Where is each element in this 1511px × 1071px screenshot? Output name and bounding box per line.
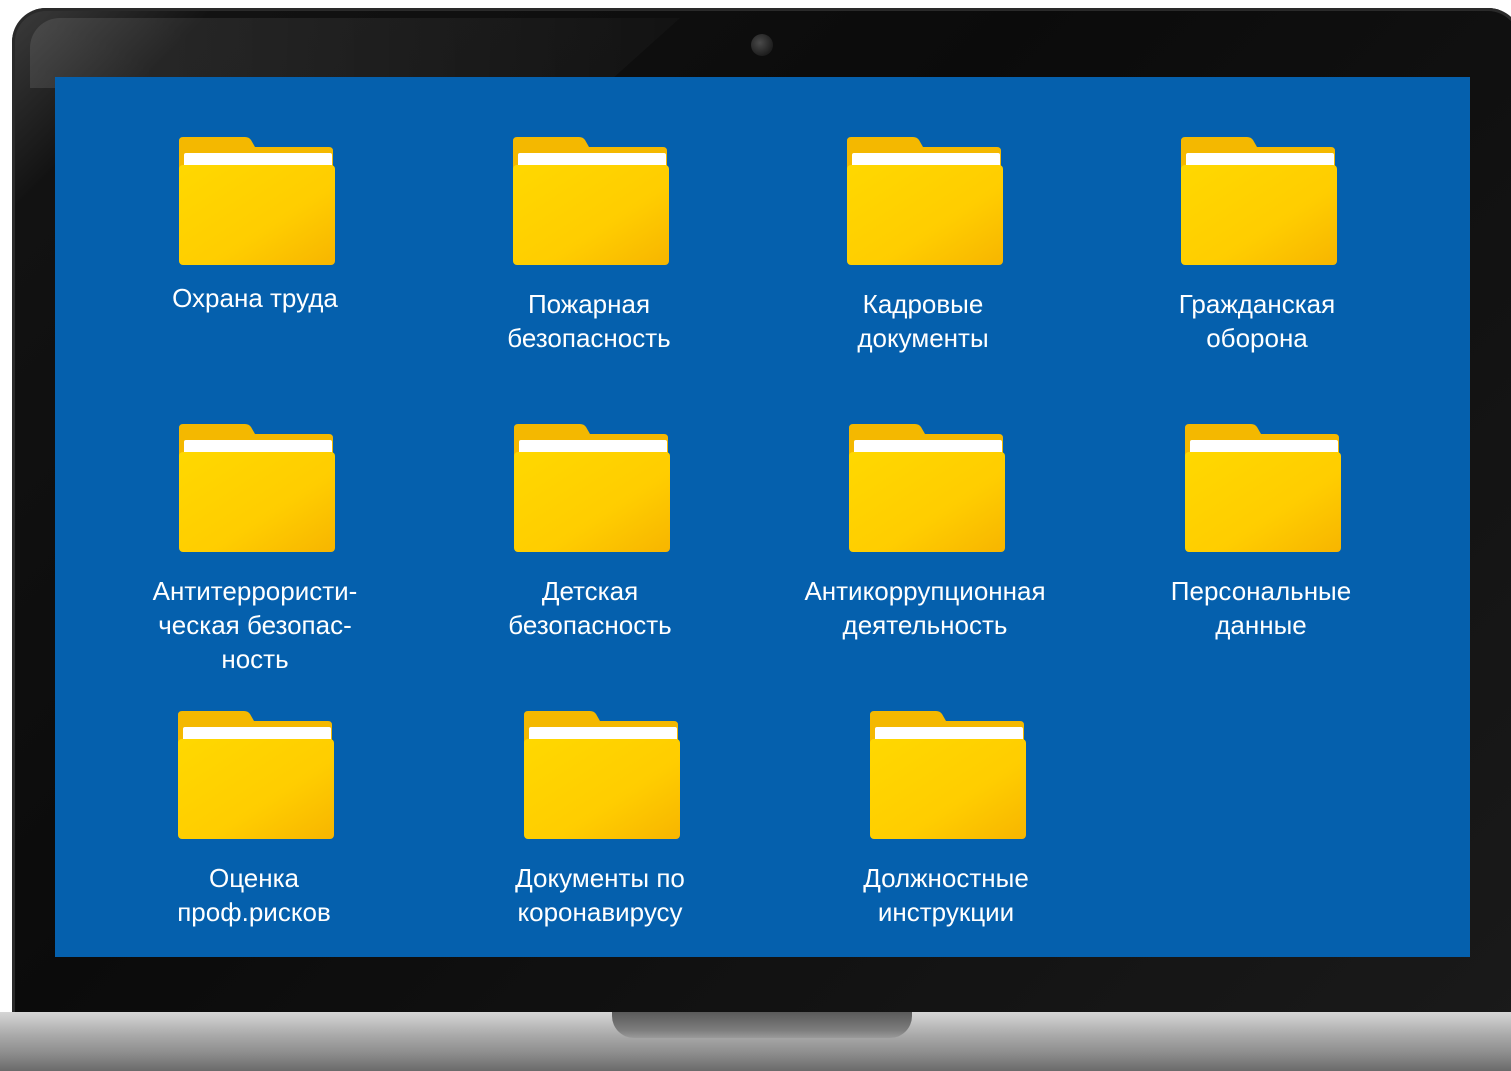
folder-icon bbox=[509, 135, 669, 267]
folder-antikorruptsionnaya-deyatelnost[interactable]: Антикоррупционная деятельность bbox=[785, 422, 1065, 642]
folder-icon bbox=[1177, 135, 1337, 267]
laptop-hinge-notch bbox=[612, 1012, 912, 1038]
folder-icon bbox=[174, 709, 334, 841]
folder-icon bbox=[1181, 422, 1341, 554]
folder-icon bbox=[845, 422, 1005, 554]
webcam-icon bbox=[751, 34, 773, 56]
folder-okhrana-truda[interactable]: Охрана труда bbox=[115, 135, 395, 315]
folder-dokumenty-po-koronavirusu[interactable]: Документы по коронавирусу bbox=[460, 709, 740, 929]
folder-kadrovye-dokumenty[interactable]: Кадровые документы bbox=[783, 135, 1063, 355]
folder-icon bbox=[843, 135, 1003, 267]
folder-icon bbox=[175, 135, 335, 267]
folder-icon bbox=[520, 709, 680, 841]
laptop-scene: Охрана труда Пожарная безопасность Кадро… bbox=[0, 0, 1511, 1071]
folder-detskaya-bezopasnost[interactable]: Детская безопасность bbox=[450, 422, 730, 642]
folder-dolzhnostnye-instruktsii[interactable]: Должностные инструкции bbox=[806, 709, 1086, 929]
folder-label: Должностные инструкции bbox=[863, 863, 1029, 927]
folder-label: Антитеррористи- ческая безопас- ность bbox=[152, 576, 358, 674]
folder-grazhdanskaya-oborona[interactable]: Гражданская оборона bbox=[1117, 135, 1397, 355]
folder-label: Охрана труда bbox=[172, 283, 338, 313]
folder-label: Документы по коронавирусу bbox=[515, 863, 685, 927]
folder-label: Оценка проф.рисков bbox=[177, 863, 331, 927]
folder-icon bbox=[510, 422, 670, 554]
folder-otsenka-prof-riskov[interactable]: Оценка проф.рисков bbox=[114, 709, 394, 929]
folder-antiterroristicheskaya-bezopasnost[interactable]: Антитеррористи- ческая безопас- ность bbox=[115, 422, 395, 676]
folder-label: Кадровые документы bbox=[857, 289, 989, 353]
folder-personalnye-dannye[interactable]: Персональные данные bbox=[1121, 422, 1401, 642]
folder-icon bbox=[866, 709, 1026, 841]
desktop-screen: Охрана труда Пожарная безопасность Кадро… bbox=[55, 77, 1470, 957]
folder-pozharnaya-bezopasnost[interactable]: Пожарная безопасность bbox=[449, 135, 729, 355]
folder-label: Антикоррупционная деятельность bbox=[804, 576, 1046, 640]
folder-label: Детская безопасность bbox=[508, 576, 672, 640]
folder-label: Персональные данные bbox=[1170, 576, 1352, 640]
folder-label: Гражданская оборона bbox=[1178, 289, 1336, 353]
folder-label: Пожарная безопасность bbox=[507, 289, 671, 353]
folder-icon bbox=[175, 422, 335, 554]
